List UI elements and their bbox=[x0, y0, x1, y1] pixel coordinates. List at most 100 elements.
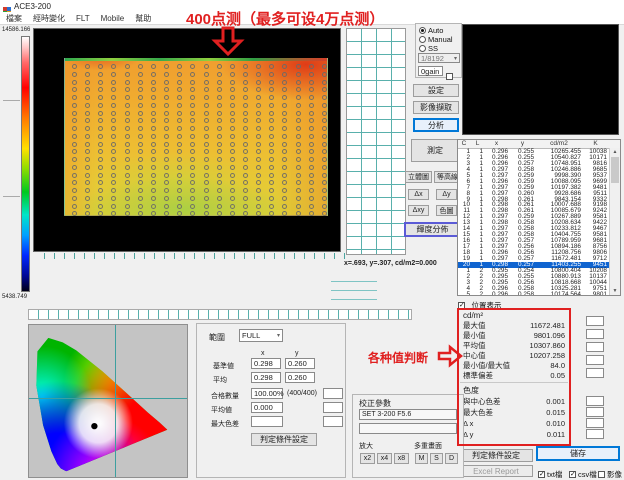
pass-field[interactable]: 100.00% bbox=[251, 388, 283, 399]
camera-preview[interactable] bbox=[462, 24, 619, 135]
ref-y-value: 0.260 bbox=[288, 359, 307, 368]
csv-checkbox-box[interactable] bbox=[569, 471, 576, 478]
maxdiff-field[interactable] bbox=[251, 416, 283, 427]
measure-point bbox=[138, 157, 143, 162]
measure-point bbox=[256, 118, 261, 123]
luminance-dist-button[interactable]: 輝度分佈 bbox=[404, 222, 461, 237]
measure-point bbox=[322, 95, 327, 100]
table-header-L: L bbox=[472, 140, 485, 148]
annotation-judge-text: 各种值判断 bbox=[368, 349, 428, 366]
multi-d-button[interactable]: D bbox=[445, 453, 458, 464]
delta-x-button[interactable]: Δx bbox=[408, 189, 429, 200]
measure-point bbox=[72, 173, 77, 178]
csv-file-checkbox[interactable]: csv檔 bbox=[569, 466, 597, 480]
range-judge-button[interactable]: 判定條件設定 bbox=[251, 433, 317, 446]
menu-item-Mobile[interactable]: Mobile bbox=[101, 14, 125, 23]
scale-tick bbox=[3, 100, 20, 101]
excel-report-button[interactable]: Excel Report bbox=[459, 465, 533, 477]
zoom-x2-button[interactable]: x2 bbox=[360, 453, 375, 464]
measure-point bbox=[125, 204, 130, 209]
ref-y-field[interactable]: 0.260 bbox=[285, 358, 315, 369]
measure-point bbox=[309, 188, 314, 193]
multi-m-button[interactable]: M bbox=[415, 453, 428, 464]
radio-ss[interactable]: SS bbox=[419, 44, 438, 53]
measure-point bbox=[177, 80, 182, 85]
dr-checkbox-box[interactable] bbox=[446, 73, 453, 80]
luminance-map[interactable] bbox=[64, 58, 328, 216]
multi-s-button[interactable]: S bbox=[430, 453, 443, 464]
measure-point bbox=[282, 188, 287, 193]
delta-y-button[interactable]: Δy bbox=[436, 189, 457, 200]
avg-y-field[interactable]: 0.260 bbox=[285, 372, 315, 383]
measurement-display[interactable] bbox=[33, 28, 341, 252]
judge-condition-button[interactable]: 判定條件設定 bbox=[459, 449, 533, 462]
zoom-x4-button[interactable]: x4 bbox=[377, 453, 392, 464]
menu-item-FLT[interactable]: FLT bbox=[76, 14, 90, 23]
color-map-button[interactable]: 色圖 bbox=[436, 205, 457, 216]
measure-button[interactable]: 測定 bbox=[411, 139, 459, 162]
measure-point bbox=[309, 142, 314, 147]
measure-point bbox=[322, 204, 327, 209]
settings-button[interactable]: 設定 bbox=[413, 84, 459, 97]
range-select[interactable]: FULL ▾ bbox=[239, 329, 283, 342]
measure-point bbox=[256, 157, 261, 162]
zoom-x8-button[interactable]: x8 bbox=[394, 453, 409, 464]
measure-point bbox=[296, 64, 301, 69]
ref-x-field[interactable]: 0.298 bbox=[251, 358, 281, 369]
avg-x-field[interactable]: 0.298 bbox=[251, 372, 281, 383]
image-file-checkbox[interactable]: 影像檔 bbox=[598, 466, 624, 480]
ref-x-value: 0.298 bbox=[254, 359, 273, 368]
measure-point bbox=[269, 64, 274, 69]
scroll-down-icon[interactable]: ▼ bbox=[610, 287, 620, 295]
measure-point bbox=[309, 180, 314, 185]
txt-file-checkbox[interactable]: txt檔 bbox=[538, 466, 562, 480]
measure-point bbox=[309, 134, 314, 139]
calib-param2-field[interactable] bbox=[359, 423, 457, 434]
measure-point bbox=[190, 87, 195, 92]
measure-point bbox=[125, 180, 130, 185]
save-button[interactable]: 儲存 bbox=[536, 446, 620, 461]
shutter-select[interactable]: 1/8192 ▾ bbox=[418, 53, 460, 63]
scroll-up-icon[interactable]: ▲ bbox=[610, 148, 620, 156]
image-checkbox-box[interactable] bbox=[598, 471, 605, 478]
measure-point bbox=[72, 204, 77, 209]
capture-button[interactable]: 影像擷取 bbox=[413, 101, 459, 114]
measure-point bbox=[85, 134, 90, 139]
mean-field[interactable]: 0.000 bbox=[251, 402, 283, 413]
measurement-table[interactable]: CLxycd/m2K 110.2960.25510265.45510038210… bbox=[457, 139, 621, 296]
mean-value: 0.000 bbox=[254, 403, 273, 412]
measure-point bbox=[98, 87, 103, 92]
measure-point bbox=[85, 204, 90, 209]
menu-item-檔案[interactable]: 檔案 bbox=[6, 13, 22, 24]
table-scrollbar[interactable]: ▲ ▼ bbox=[609, 148, 620, 295]
txt-checkbox-box[interactable] bbox=[538, 471, 545, 478]
measure-point bbox=[151, 95, 156, 100]
table-row[interactable]: 520.2960.25810174.5649801 bbox=[458, 292, 620, 297]
position-display-box[interactable] bbox=[458, 302, 465, 309]
measure-point bbox=[177, 126, 182, 131]
radio-ss-dot[interactable] bbox=[419, 45, 426, 52]
delta-xy-button[interactable]: Δxy bbox=[408, 205, 429, 216]
menu-item-幫助[interactable]: 幫助 bbox=[135, 13, 151, 24]
analyze-button[interactable]: 分析 bbox=[413, 118, 459, 132]
measure-point bbox=[190, 180, 195, 185]
chroma-judge-box bbox=[586, 407, 604, 417]
view-3d-button[interactable]: 立體圖 bbox=[405, 171, 432, 183]
measure-point bbox=[282, 142, 287, 147]
calib-param-field[interactable]: SET 3-200 F5.6 bbox=[359, 409, 457, 420]
radio-auto-dot[interactable] bbox=[419, 27, 426, 34]
scroll-thumb[interactable] bbox=[611, 157, 619, 183]
radio-auto[interactable]: Auto bbox=[419, 26, 443, 35]
radio-manual[interactable]: Manual bbox=[419, 35, 453, 44]
measure-point bbox=[322, 80, 327, 85]
gain-input[interactable]: 0gain bbox=[418, 66, 443, 76]
range-value: FULL bbox=[242, 331, 260, 340]
menu-item-經時變化[interactable]: 經時變化 bbox=[33, 13, 65, 24]
measure-point bbox=[98, 103, 103, 108]
measure-point bbox=[138, 134, 143, 139]
measure-point bbox=[230, 134, 235, 139]
radio-manual-dot[interactable] bbox=[419, 36, 426, 43]
cie-diagram-panel[interactable] bbox=[28, 324, 188, 478]
measure-point bbox=[138, 165, 143, 170]
stat-row-Δ x: Δ x0.010 bbox=[463, 418, 565, 429]
